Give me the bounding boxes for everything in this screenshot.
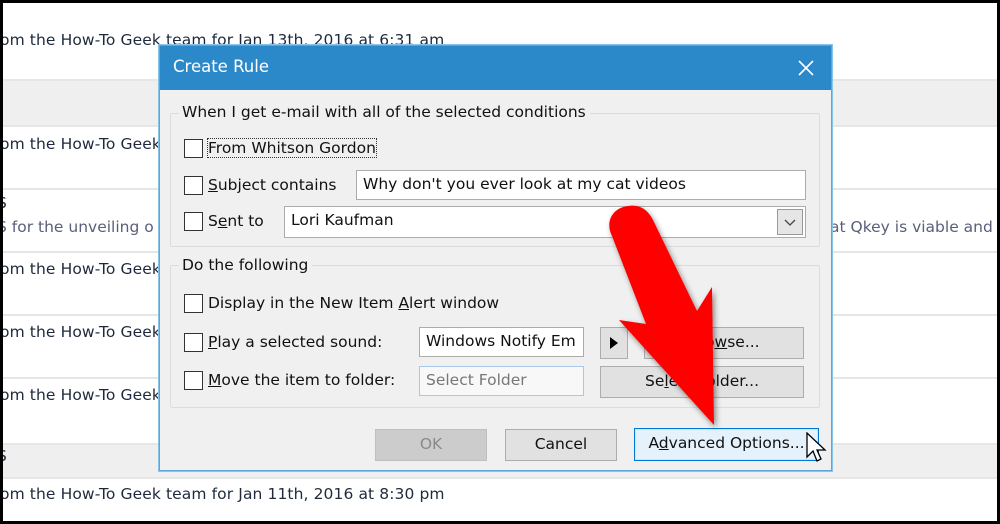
label-text: ect Folder... [668,372,759,390]
label-text: vanced Options... [668,434,805,452]
message-preview: S for the unveiling o [3,218,154,236]
mouse-cursor-icon [806,432,827,462]
display-alert-checkbox[interactable] [184,294,203,313]
chevron-down-icon [784,219,796,226]
mnemonic: A [398,294,410,312]
label-text: nt to [227,212,264,230]
list-item[interactable]: om the How-To Geek team for Jan 11th, 20… [3,477,997,521]
label-text: Display in the New Item [208,294,399,312]
play-icon [610,337,618,349]
subject-label[interactable]: Subject contains [208,176,337,194]
label-text: A [648,434,659,452]
play-sound-checkbox[interactable] [184,333,203,352]
mnemonic: e [217,212,228,230]
dialog-titlebar[interactable]: Create Rule [160,46,831,90]
label-text: lert window [409,294,500,312]
move-folder-checkbox[interactable] [184,371,203,390]
sent-to-value: Lori Kaufman [291,211,394,229]
sent-to-combobox[interactable]: Lori Kaufman [284,206,806,238]
select-folder-button[interactable]: Select Folder... [600,366,804,398]
advanced-options-button[interactable]: Advanced Options... [634,428,819,461]
group-header-text: S [3,447,7,465]
mnemonic: S [208,176,218,194]
move-folder-label[interactable]: Move the item to folder: [208,371,395,389]
message-subject: om the How-To Geek team for Jan 11th, 20… [3,485,445,503]
message-subject: om the How-To Geek [3,260,161,278]
close-icon [798,60,814,76]
display-alert-label[interactable]: Display in the New Item Alert window [208,294,499,312]
label-text: S [208,212,218,230]
cancel-button[interactable]: Cancel [505,429,617,461]
sent-to-checkbox[interactable] [184,212,203,231]
label-text: lay a selected sound: [217,333,383,351]
mnemonic: M [208,371,222,389]
label-text: Bro [688,333,715,351]
select-folder-input[interactable]: Select Folder [419,366,584,396]
from-label[interactable]: From Whitson Gordon [207,138,377,158]
browse-button[interactable]: Browse... [644,327,804,359]
create-rule-dialog: Create Rule When I get e-mail with all o… [159,45,832,471]
ok-button[interactable]: OK [375,429,487,461]
actions-legend: Do the following [179,256,313,274]
label-text: se... [727,333,760,351]
subject-contains-input[interactable]: Why don't you ever look at my cat videos [356,170,806,200]
label-text: Se [644,372,665,390]
message-subject: om the How-To Geek [3,135,161,153]
from-checkbox[interactable] [184,139,203,158]
message-preview-right: at Qkey is viable and [830,218,993,236]
sent-to-label[interactable]: Sent to [208,212,264,230]
mnemonic: P [208,333,218,351]
conditions-legend: When I get e-mail with all of the select… [179,103,590,121]
message-subject: om the How-To Geek [3,323,161,341]
play-sound-label[interactable]: Play a selected sound: [208,333,382,351]
sound-file-input[interactable]: Windows Notify Em [419,327,584,357]
label-text: ove the item to folder: [221,371,396,389]
mnemonic: d [658,434,669,452]
close-button[interactable] [791,53,821,83]
sent-to-dropdown-button[interactable] [777,209,803,235]
play-sound-button[interactable] [600,327,628,359]
subject-checkbox[interactable] [184,176,203,195]
message-sender: S [3,194,7,212]
mnemonic: w [714,333,728,351]
message-subject: om the How-To Geek [3,386,161,404]
dialog-title: Create Rule [173,57,269,76]
label-text: ubject contains [217,176,337,194]
